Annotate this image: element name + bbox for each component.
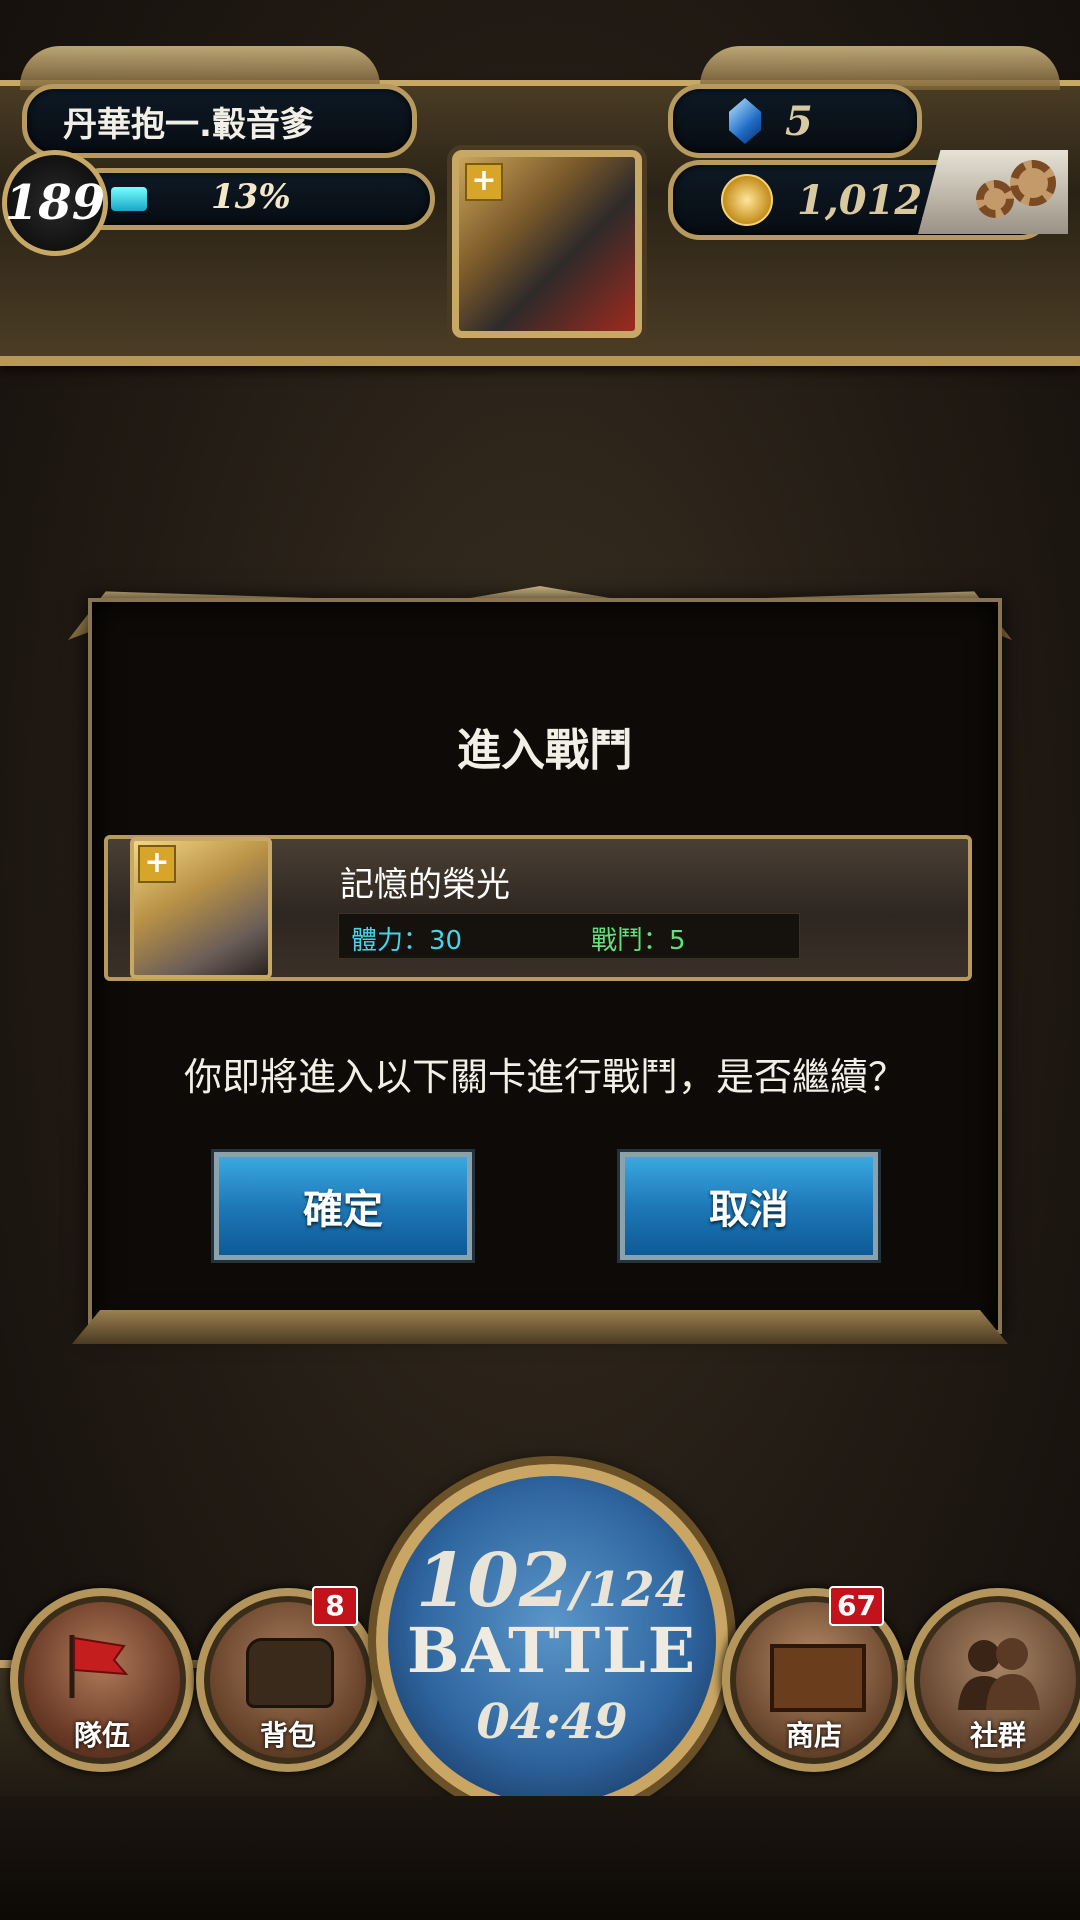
nav-shop-label: 商店 <box>785 1719 842 1752</box>
battle-count: 戰鬥：5 <box>591 926 686 956</box>
plus-icon: + <box>138 845 176 883</box>
player-name-plate[interactable]: 丹華抱一.轂音爹 <box>22 84 417 158</box>
stamina-cost: 體力：30 <box>351 926 463 956</box>
exp-bar-frame: 13% <box>70 168 435 230</box>
nav-team-label: 隊伍 <box>73 1719 130 1752</box>
exp-progress-fill <box>111 187 147 211</box>
nav-shop-button[interactable]: 商店 67 <box>722 1586 906 1772</box>
dialog-message: 你即將進入以下關卡進行戰鬥，是否繼續？ <box>183 1055 906 1099</box>
blue-gem-icon <box>729 98 761 144</box>
nav-bag-button[interactable]: 背包 8 <box>196 1586 380 1772</box>
bag-notification-badge: 8 <box>312 1586 358 1626</box>
stage-name: 記憶的榮光 <box>340 865 510 905</box>
bag-icon <box>246 1638 334 1708</box>
gem-counter[interactable]: 5 <box>668 84 922 158</box>
stage-stats: 體力：30 戰鬥：5 <box>338 913 800 959</box>
player-avatar[interactable]: + <box>452 150 642 338</box>
battle-stamina: 102/124 <box>388 1538 716 1624</box>
battle-stamina-max: /124 <box>570 1562 689 1618</box>
people-icon <box>958 1638 1040 1710</box>
bottom-frame <box>0 1796 1080 1920</box>
confirm-button[interactable]: 確定 <box>211 1149 475 1263</box>
treasure-chest-icon <box>770 1644 866 1712</box>
cancel-button[interactable]: 取消 <box>617 1149 881 1263</box>
level-badge: 189 <box>2 150 108 256</box>
stage-card: + 記憶的榮光 體力：30 戰鬥：5 <box>104 835 972 981</box>
gem-count: 5 <box>785 97 813 145</box>
enter-battle-dialog: 進入戰鬥 + 記憶的榮光 體力：30 戰鬥：5 你即將進入以下關卡進行戰鬥，是否… <box>88 598 1002 1334</box>
dialog-bottom-ornament <box>72 1310 1008 1344</box>
gold-coin-icon <box>721 174 773 226</box>
nav-team-button[interactable]: 隊伍 <box>10 1588 194 1772</box>
stage-thumbnail: + <box>130 837 272 979</box>
shop-notification-badge: 67 <box>829 1586 884 1626</box>
nav-bag-label: 背包 <box>259 1719 316 1752</box>
player-name: 丹華抱一.轂音爹 <box>63 104 314 145</box>
settings-button[interactable] <box>918 150 1068 234</box>
battle-stamina-current: 102 <box>415 1538 571 1624</box>
gear-icon <box>1010 160 1056 206</box>
battle-label: BATTLE <box>406 1614 698 1687</box>
battle-button[interactable]: 102/124 BATTLE 04:49 <box>376 1464 728 1816</box>
plus-icon: + <box>465 163 503 201</box>
nav-social-label: 社群 <box>969 1719 1026 1752</box>
red-flag-icon <box>69 1635 129 1698</box>
exp-percent: 13% <box>211 177 291 217</box>
nav-social-button[interactable]: 社群 <box>906 1588 1080 1772</box>
dialog-title: 進入戰鬥 <box>457 725 633 776</box>
battle-timer: 04:49 <box>476 1694 628 1750</box>
gear-icon <box>976 180 1014 218</box>
